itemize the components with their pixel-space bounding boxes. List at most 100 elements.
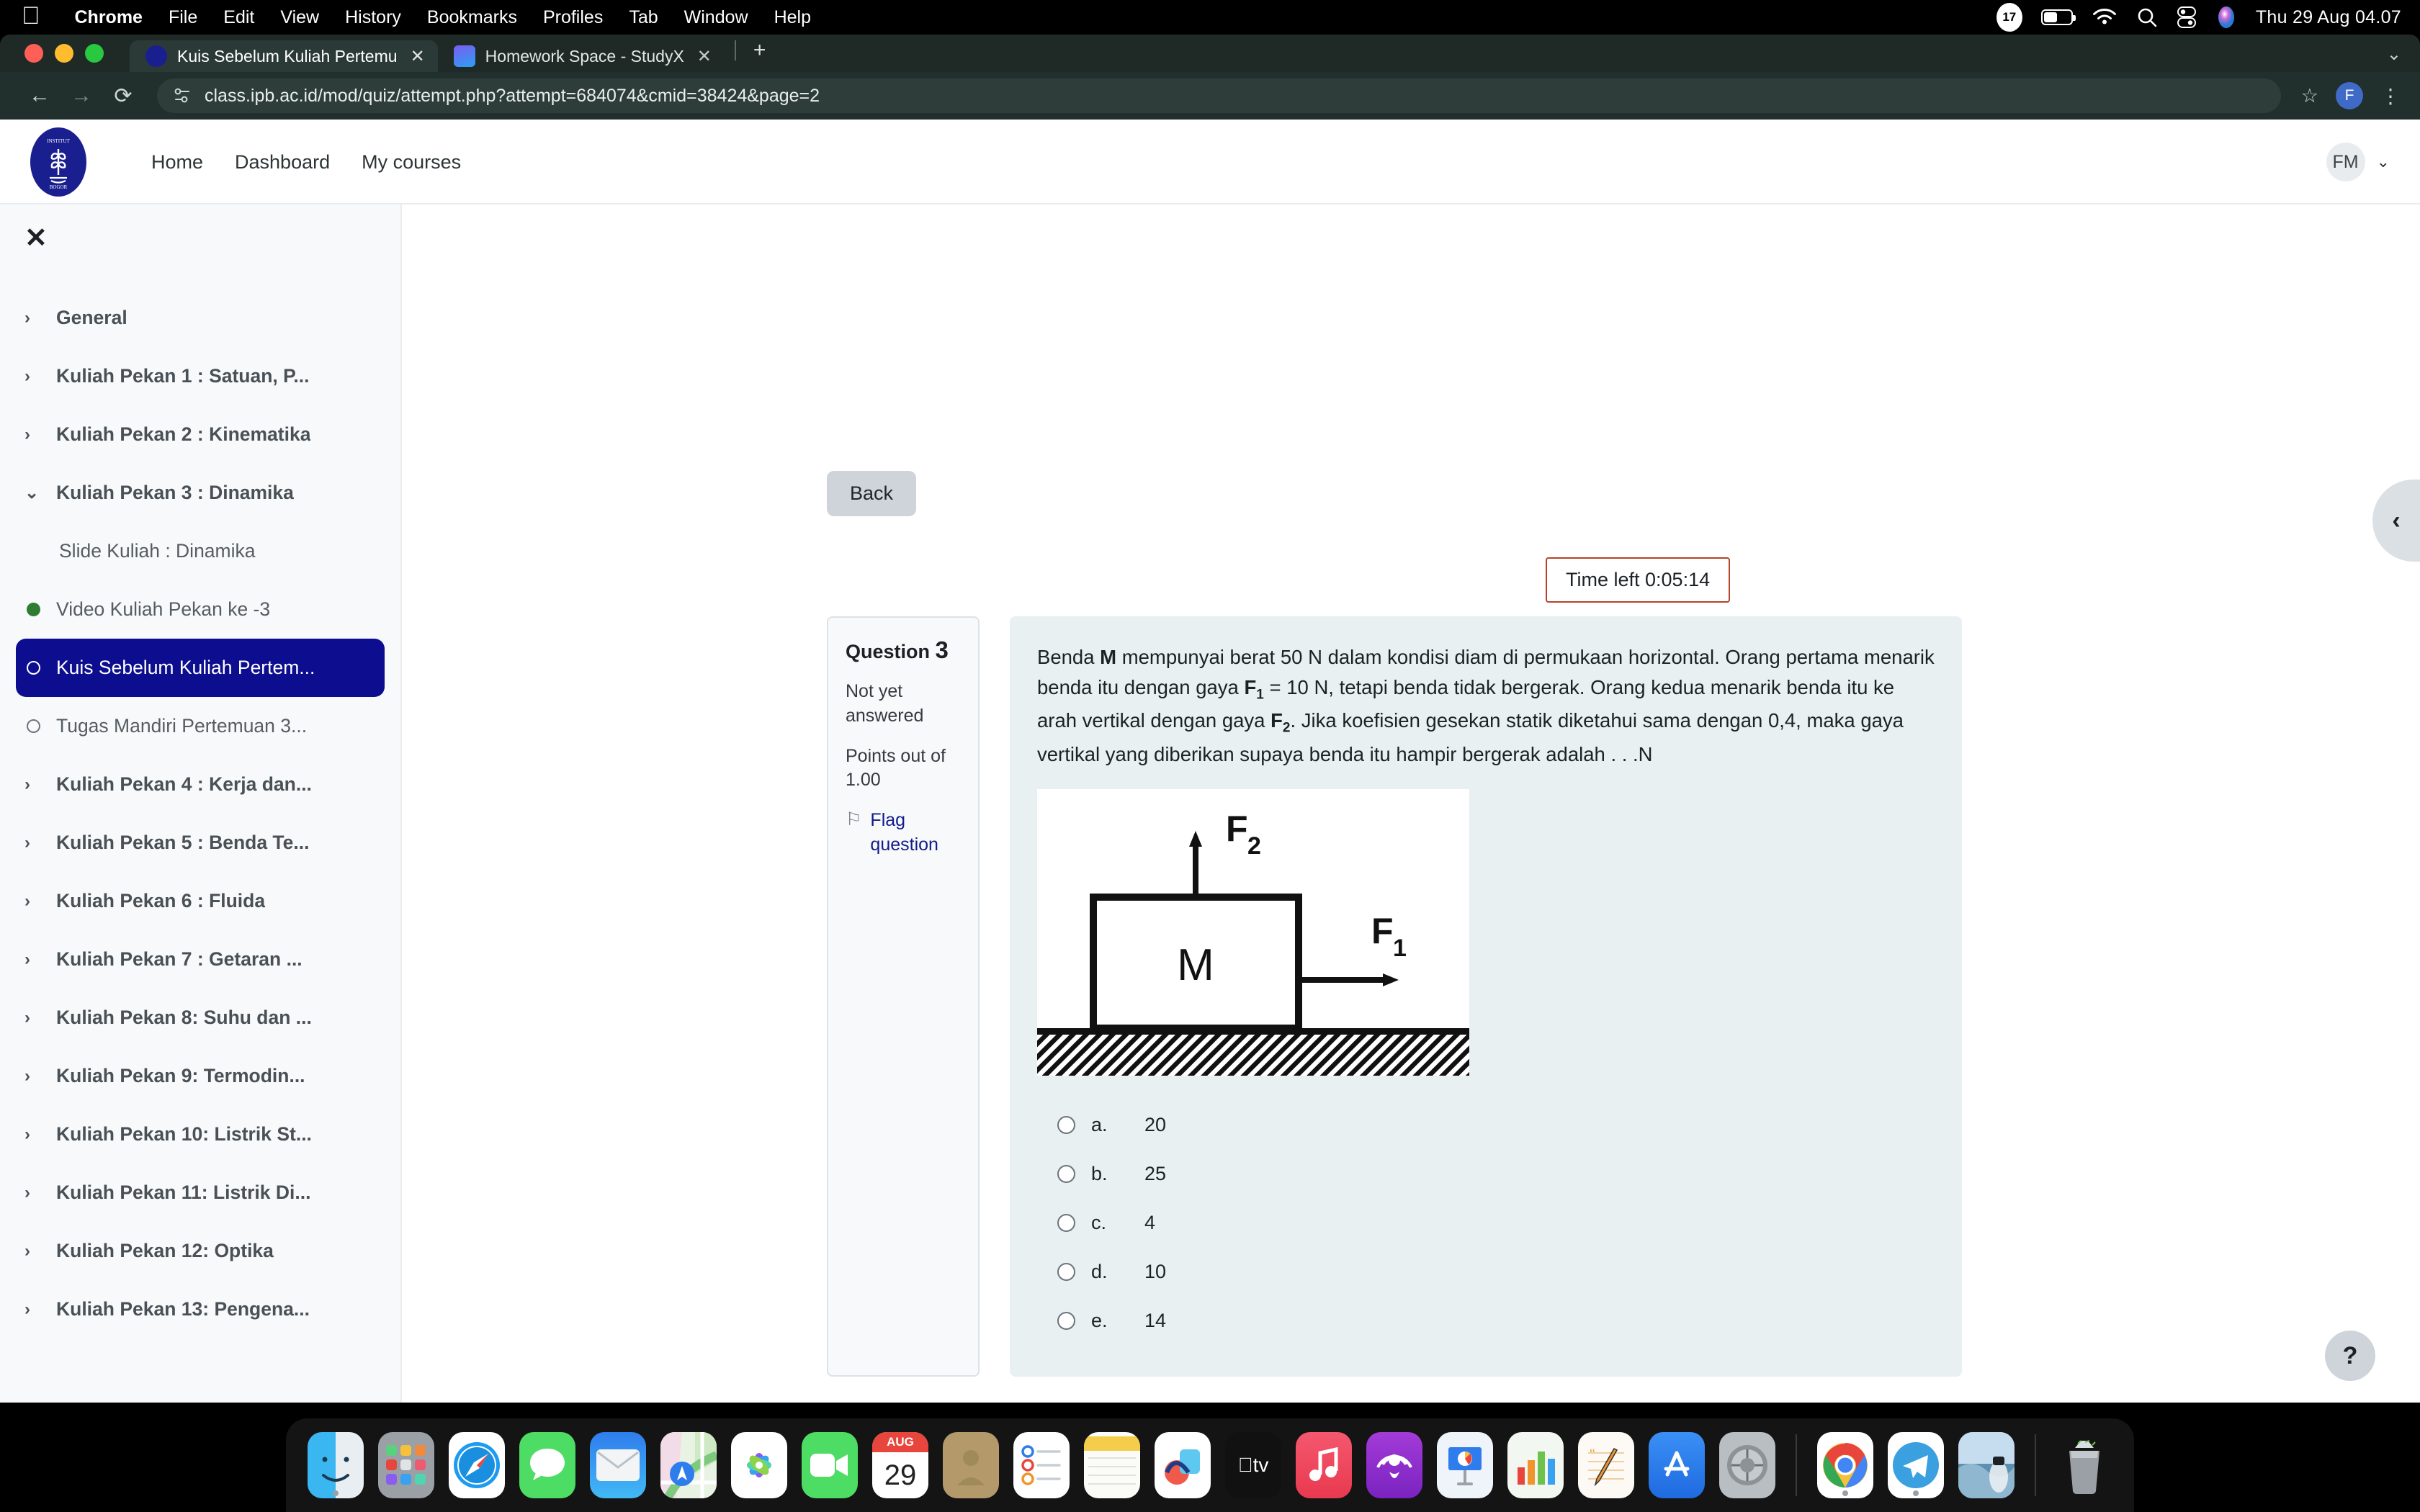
menu-item-profiles[interactable]: Profiles bbox=[530, 7, 616, 28]
nav-link-dashboard[interactable]: Dashboard bbox=[219, 151, 346, 174]
app-store-icon[interactable] bbox=[1649, 1432, 1705, 1498]
menu-item-file[interactable]: File bbox=[156, 7, 210, 28]
photos-icon[interactable] bbox=[731, 1432, 787, 1498]
sidebar-item-tugas-mandiri[interactable]: Tugas Mandiri Pertemuan 3... bbox=[0, 697, 400, 755]
menu-item-chrome[interactable]: Chrome bbox=[62, 7, 156, 28]
maximize-window-button[interactable] bbox=[85, 44, 104, 63]
sidebar-item-pekan-13[interactable]: › Kuliah Pekan 13: Pengena... bbox=[0, 1280, 400, 1338]
sidebar-item-pekan-11[interactable]: › Kuliah Pekan 11: Listrik Di... bbox=[0, 1164, 400, 1222]
sidebar-item-slide-kuliah[interactable]: Slide Kuliah : Dinamika bbox=[0, 522, 400, 580]
radio-button-b[interactable] bbox=[1057, 1164, 1075, 1183]
sidebar-item-pekan-6[interactable]: › Kuliah Pekan 6 : Fluida bbox=[0, 872, 400, 930]
browser-tab-1-close-icon[interactable]: ✕ bbox=[411, 46, 425, 67]
sidebar-item-pekan-12[interactable]: › Kuliah Pekan 12: Optika bbox=[0, 1222, 400, 1280]
sidebar-item-pekan-4[interactable]: › Kuliah Pekan 4 : Kerja dan... bbox=[0, 755, 400, 814]
finder-icon[interactable] bbox=[308, 1432, 364, 1498]
mail-icon[interactable] bbox=[590, 1432, 646, 1498]
keynote-icon[interactable] bbox=[1437, 1432, 1493, 1498]
nav-link-home[interactable]: Home bbox=[135, 151, 219, 174]
menu-item-help[interactable]: Help bbox=[761, 7, 824, 28]
freeform-icon[interactable] bbox=[1155, 1432, 1211, 1498]
preview-icon[interactable] bbox=[1958, 1432, 2015, 1498]
sidebar-item-pekan-7[interactable]: › Kuliah Pekan 7 : Getaran ... bbox=[0, 930, 400, 989]
radio-button-c[interactable] bbox=[1057, 1213, 1075, 1232]
help-button[interactable]: ? bbox=[2325, 1331, 2375, 1381]
calendar-icon[interactable]: AUG 29 bbox=[872, 1432, 928, 1498]
new-tab-button[interactable]: + bbox=[740, 38, 779, 68]
browser-tab-2[interactable]: Homework Space - StudyX ✕ bbox=[438, 40, 725, 72]
flag-question-control[interactable]: ⚐ Flag question bbox=[846, 809, 961, 858]
site-settings-icon[interactable] bbox=[171, 85, 193, 107]
user-menu[interactable]: FM ⌄ bbox=[2326, 143, 2390, 181]
browser-tab-1[interactable]: Kuis Sebelum Kuliah Pertemu ✕ bbox=[130, 40, 438, 72]
sidebar-item-pekan-5[interactable]: › Kuliah Pekan 5 : Benda Te... bbox=[0, 814, 400, 872]
address-bar[interactable]: class.ipb.ac.id/mod/quiz/attempt.php?att… bbox=[157, 78, 2281, 113]
bookmark-star-icon[interactable]: ☆ bbox=[2301, 85, 2318, 107]
minimize-window-button[interactable] bbox=[55, 44, 73, 63]
music-icon[interactable] bbox=[1296, 1432, 1352, 1498]
ipb-logo[interactable]: INSTITUT BOGOR bbox=[30, 127, 86, 197]
svg-text:2: 2 bbox=[1247, 832, 1261, 860]
sidebar-item-kuis-sebelum-kuliah[interactable]: Kuis Sebelum Kuliah Pertem... bbox=[16, 639, 385, 697]
safari-icon[interactable] bbox=[449, 1432, 505, 1498]
sidebar-item-pekan-9[interactable]: › Kuliah Pekan 9: Termodin... bbox=[0, 1047, 400, 1105]
browser-tab-2-close-icon[interactable]: ✕ bbox=[697, 46, 712, 67]
facetime-icon[interactable] bbox=[802, 1432, 858, 1498]
close-window-button[interactable] bbox=[24, 44, 43, 63]
apple-tv-icon[interactable]: tv bbox=[1225, 1432, 1281, 1498]
nav-link-my-courses[interactable]: My courses bbox=[346, 151, 477, 174]
battery-icon[interactable] bbox=[2040, 9, 2076, 25]
telegram-icon[interactable] bbox=[1888, 1432, 1944, 1498]
menu-item-bookmarks[interactable]: Bookmarks bbox=[414, 7, 530, 28]
answer-option-b[interactable]: b. 25 bbox=[1037, 1149, 1935, 1198]
numbers-icon[interactable] bbox=[1507, 1432, 1564, 1498]
messages-icon[interactable] bbox=[519, 1432, 575, 1498]
browser-profile-avatar[interactable]: F bbox=[2336, 82, 2363, 109]
open-right-drawer-button[interactable]: ‹ bbox=[2372, 480, 2420, 562]
window-traffic-lights[interactable] bbox=[24, 35, 104, 72]
contacts-icon[interactable] bbox=[943, 1432, 999, 1498]
apple-logo-icon[interactable]:  bbox=[22, 4, 40, 28]
close-drawer-icon[interactable]: ✕ bbox=[0, 204, 48, 254]
back-button[interactable]: Back bbox=[827, 471, 917, 516]
system-settings-icon[interactable] bbox=[1719, 1432, 1775, 1498]
reminders-icon[interactable] bbox=[1013, 1432, 1070, 1498]
answer-option-c[interactable]: c. 4 bbox=[1037, 1198, 1935, 1247]
tab-search-chevron-icon[interactable]: ⌄ bbox=[2387, 44, 2401, 65]
control-center-icon[interactable] bbox=[2177, 6, 2197, 28]
radio-button-a[interactable] bbox=[1057, 1115, 1075, 1134]
sidebar-item-pekan-10[interactable]: › Kuliah Pekan 10: Listrik St... bbox=[0, 1105, 400, 1164]
answer-option-a[interactable]: a. 20 bbox=[1037, 1100, 1935, 1149]
notes-icon[interactable] bbox=[1084, 1432, 1140, 1498]
sidebar-item-video-kuliah[interactable]: Video Kuliah Pekan ke -3 bbox=[0, 580, 400, 639]
answer-option-e[interactable]: e. 14 bbox=[1037, 1296, 1935, 1345]
podcasts-icon[interactable] bbox=[1366, 1432, 1422, 1498]
menu-bar-clock[interactable]: Thu 29 Aug 04.07 bbox=[2256, 7, 2401, 28]
browser-reload-icon[interactable]: ⟳ bbox=[102, 75, 144, 117]
chrome-icon[interactable] bbox=[1817, 1432, 1873, 1498]
pages-icon[interactable]: “ bbox=[1578, 1432, 1634, 1498]
sidebar-item-pekan-1[interactable]: › Kuliah Pekan 1 : Satuan, P... bbox=[0, 347, 400, 405]
maps-icon[interactable] bbox=[660, 1432, 717, 1498]
radio-button-d[interactable] bbox=[1057, 1262, 1075, 1281]
sidebar-item-pekan-3[interactable]: ⌄ Kuliah Pekan 3 : Dinamika bbox=[0, 464, 400, 522]
notification-badge-icon[interactable]: 17 bbox=[1996, 3, 2022, 32]
menu-item-edit[interactable]: Edit bbox=[210, 7, 267, 28]
sidebar-item-general[interactable]: › General bbox=[0, 289, 400, 347]
wifi-icon[interactable] bbox=[2092, 8, 2118, 27]
radio-button-e[interactable] bbox=[1057, 1311, 1075, 1330]
sidebar-item-pekan-8[interactable]: › Kuliah Pekan 8: Suhu dan ... bbox=[0, 989, 400, 1047]
browser-back-icon[interactable]: ← bbox=[19, 75, 60, 117]
menu-item-history[interactable]: History bbox=[332, 7, 414, 28]
browser-menu-kebab-icon[interactable]: ⋮ bbox=[2380, 84, 2401, 108]
spotlight-search-icon[interactable] bbox=[2136, 6, 2158, 28]
trash-icon[interactable] bbox=[2056, 1432, 2112, 1498]
launchpad-icon[interactable] bbox=[378, 1432, 434, 1498]
sidebar-item-pekan-2[interactable]: › Kuliah Pekan 2 : Kinematika bbox=[0, 405, 400, 464]
menu-item-tab[interactable]: Tab bbox=[616, 7, 671, 28]
answer-option-d[interactable]: d. 10 bbox=[1037, 1247, 1935, 1296]
menu-item-view[interactable]: View bbox=[267, 7, 332, 28]
browser-forward-icon[interactable]: → bbox=[60, 75, 102, 117]
menu-item-window[interactable]: Window bbox=[671, 7, 761, 28]
siri-icon[interactable] bbox=[2215, 5, 2237, 30]
